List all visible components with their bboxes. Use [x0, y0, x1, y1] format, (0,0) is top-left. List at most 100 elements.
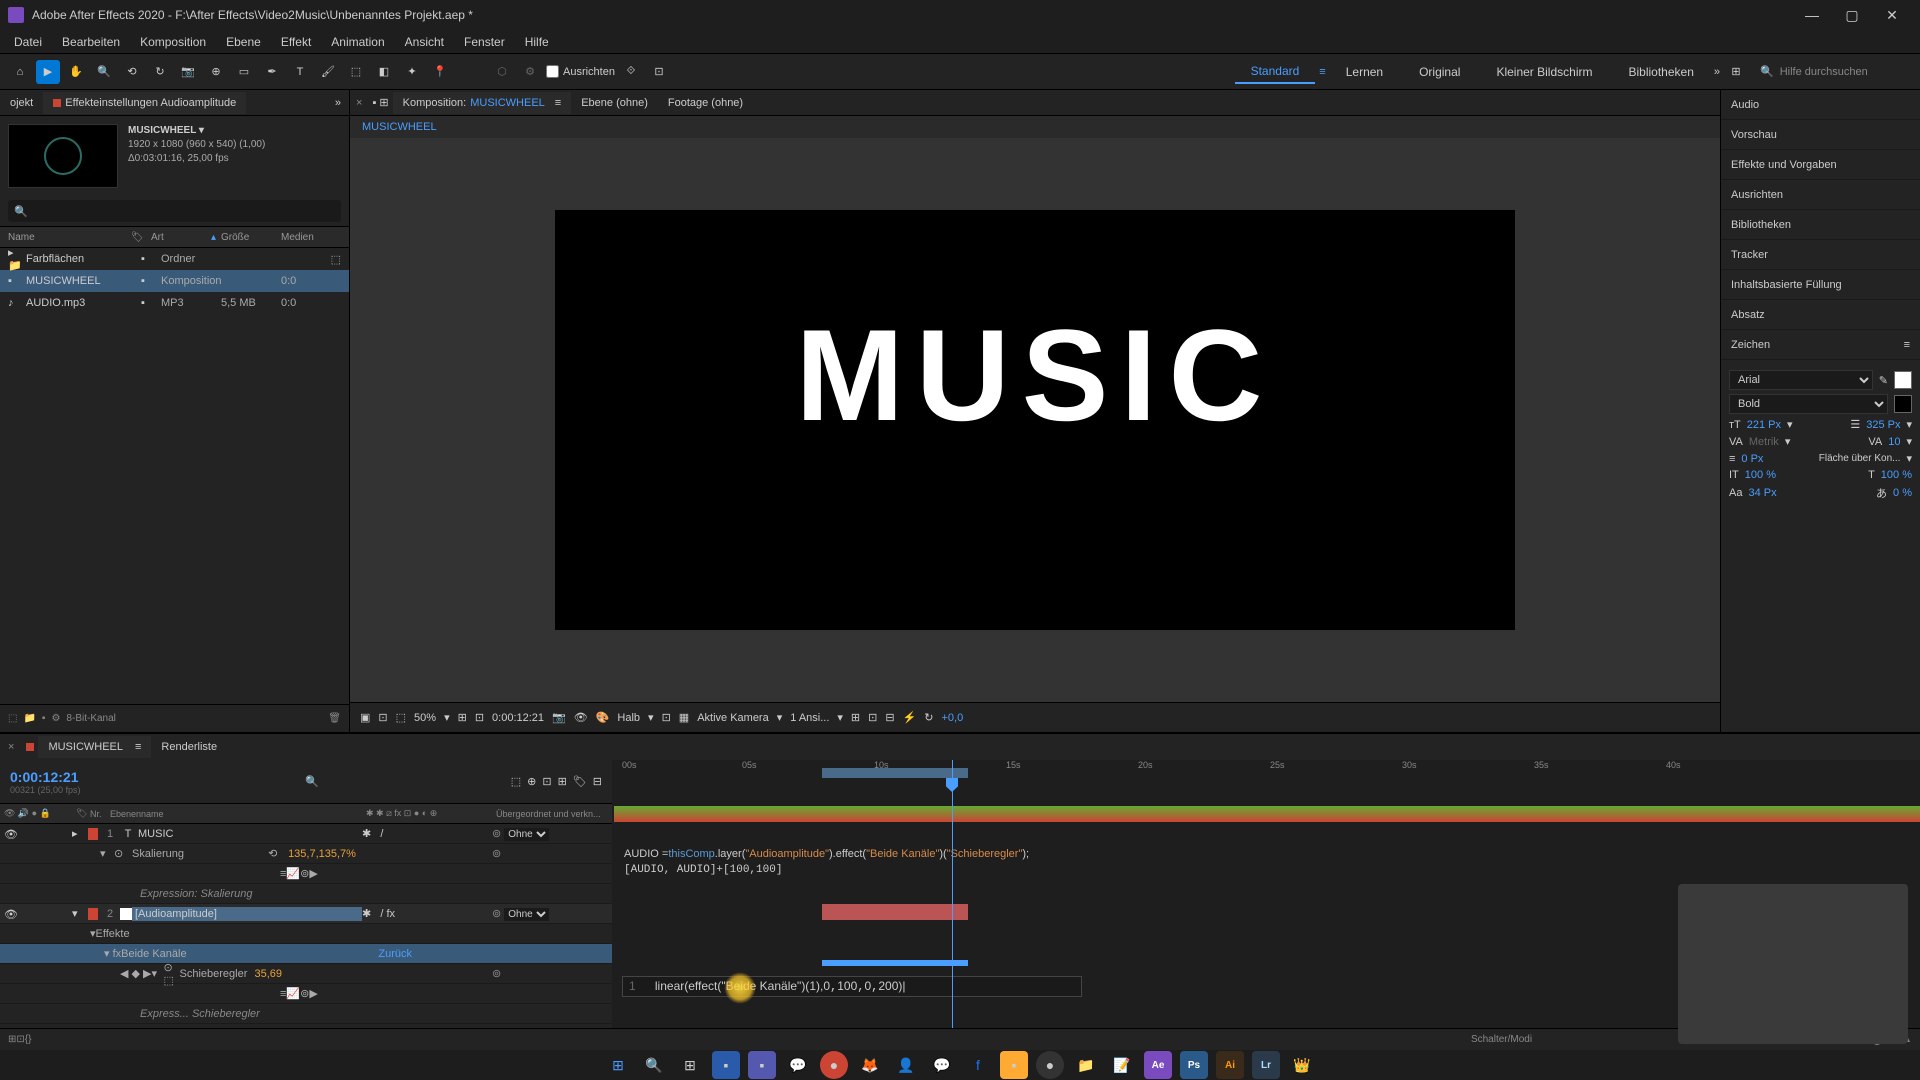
expr-lang-icon[interactable]: ▶	[309, 867, 317, 880]
schalter-modi-label[interactable]: Schalter/Modi	[1471, 1034, 1532, 1045]
taskbar-illustrator-icon[interactable]: Ai	[1216, 1051, 1244, 1079]
eraser-tool-icon[interactable]: ◧	[372, 60, 396, 84]
font-family-dropdown[interactable]: Arial	[1729, 370, 1873, 390]
sculpt-icon[interactable]: ⚙	[518, 60, 542, 84]
panel-tracker[interactable]: Tracker	[1721, 240, 1920, 270]
project-item-farbflaechen[interactable]: ▸ 📁 Farbflächen ▪ Ordner ⬚	[0, 248, 349, 270]
col-art[interactable]: Art	[151, 232, 211, 243]
taskbar-app4-icon[interactable]: 👑	[1288, 1051, 1316, 1079]
tab-renderliste[interactable]: Renderliste	[151, 736, 227, 758]
roto-tool-icon[interactable]: ✦	[400, 60, 424, 84]
tab-footage[interactable]: Footage (ohne)	[658, 92, 753, 114]
pen-tool-icon[interactable]: ✒	[260, 60, 284, 84]
views-dropdown[interactable]: 1 Ansi...	[790, 712, 829, 724]
expr-graph-icon[interactable]: 📈	[286, 867, 300, 880]
camera-tool-icon[interactable]: 📷	[176, 60, 200, 84]
minimize-button[interactable]: —	[1792, 0, 1832, 30]
scale-value[interactable]: 135,7,135,7%	[288, 848, 356, 860]
layer-effekte[interactable]: ▾ Effekte	[0, 924, 612, 944]
roi-icon[interactable]: ⊡	[662, 711, 671, 724]
playhead-line[interactable]	[952, 804, 953, 1028]
composition-thumbnail[interactable]	[8, 124, 118, 188]
zoom-tool-icon[interactable]: 🔍	[92, 60, 116, 84]
layer-audioamplitude[interactable]: 👁 ▾ 2 [Audioamplitude] ✱ / fx ⊚ Ohne	[0, 904, 612, 924]
interpret-icon[interactable]: ⬚	[8, 713, 17, 724]
expr-graph-icon-2[interactable]: 📈	[286, 987, 300, 1000]
puppet-tool-icon[interactable]: 📍	[428, 60, 452, 84]
zoom-chevron-icon[interactable]: ▾	[444, 711, 450, 724]
taskbar-firefox-icon[interactable]: 🦊	[856, 1051, 884, 1079]
settings-icon[interactable]: ⚙	[51, 713, 60, 724]
workspace-lernen[interactable]: Lernen	[1330, 61, 1399, 83]
baseline-value[interactable]: 34 Px	[1748, 487, 1776, 499]
taskbar-aftereffects-icon[interactable]: Ae	[1144, 1051, 1172, 1079]
tl-btn6-icon[interactable]: ⊟	[593, 775, 602, 788]
snap2-icon[interactable]: ⊡	[647, 60, 671, 84]
expr-lang-icon-2[interactable]: ▶	[309, 987, 317, 1000]
layer-schieberegler[interactable]: ◀ ◆ ▶ ▾ ⊙ ⬚ Schieberegler 35,69 ⊚	[0, 964, 612, 984]
tracking-value[interactable]: 10	[1888, 436, 1900, 448]
panel-ausrichten[interactable]: Ausrichten	[1721, 180, 1920, 210]
panel-menu-icon[interactable]: ≡	[1904, 339, 1910, 351]
col-name[interactable]: Name	[8, 232, 131, 243]
fast-preview-icon[interactable]: ⚡	[903, 711, 917, 724]
exposure-value[interactable]: +0,0	[942, 712, 964, 724]
timeline-search-icon[interactable]: 🔍	[305, 775, 319, 788]
rotate-tool-icon[interactable]: ↻	[148, 60, 172, 84]
toggle-brackets-icon[interactable]: {}	[25, 1034, 32, 1045]
show-snapshot-icon[interactable]: 👁	[574, 711, 588, 724]
taskbar-app1-icon[interactable]: ●	[820, 1051, 848, 1079]
home-icon[interactable]: ⌂	[8, 60, 32, 84]
menu-bearbeiten[interactable]: Bearbeiten	[52, 32, 130, 52]
taskbar-app3-icon[interactable]: ▪	[1000, 1051, 1028, 1079]
taskbar-obs-icon[interactable]: ●	[1036, 1051, 1064, 1079]
project-item-musicwheel[interactable]: ▪ MUSICWHEEL ▪ Komposition 0:0	[0, 270, 349, 292]
comp-name-label[interactable]: MUSICWHEEL ▾	[128, 124, 265, 138]
tl-btn5-icon[interactable]: 🏷	[573, 775, 587, 788]
menu-datei[interactable]: Datei	[4, 32, 52, 52]
tab-komposition[interactable]: Komposition: MUSICWHEEL ≡	[393, 92, 572, 114]
tab-effekteinstellungen[interactable]: Effekteinstellungen Audioamplitude	[43, 92, 246, 114]
col-medien[interactable]: Medien	[281, 232, 341, 243]
menu-komposition[interactable]: Komposition	[130, 32, 216, 52]
alpha-icon[interactable]: ▣	[360, 711, 370, 724]
track-bar-music[interactable]	[614, 806, 1920, 822]
hscale-value[interactable]: 100 %	[1881, 469, 1912, 481]
menu-fenster[interactable]: Fenster	[454, 32, 515, 52]
zoom-dropdown[interactable]: 50%	[414, 712, 436, 724]
panel-effekte[interactable]: Effekte und Vorgaben	[1721, 150, 1920, 180]
hand-tool-icon[interactable]: ✋	[64, 60, 88, 84]
timecode-display[interactable]: 0:00:12:21	[492, 712, 544, 724]
tl-btn4-icon[interactable]: ⊞	[558, 775, 567, 788]
tl-btn3-icon[interactable]: ⊡	[542, 775, 551, 788]
taskbar-messenger-icon[interactable]: 💬	[928, 1051, 956, 1079]
selection-tool-icon[interactable]: ▶	[36, 60, 60, 84]
color-icon[interactable]: 🎨	[596, 711, 610, 724]
tl-btn1-icon[interactable]: ⬚	[511, 775, 521, 788]
refresh-icon[interactable]: ↻	[924, 711, 933, 724]
clone-tool-icon[interactable]: ⬚	[344, 60, 368, 84]
taskbar-explorer-icon[interactable]: 📁	[1072, 1051, 1100, 1079]
workspace-standard[interactable]: Standard	[1235, 60, 1316, 84]
col-groesse[interactable]: Größe	[221, 232, 281, 243]
taskbar-facebook-icon[interactable]: f	[964, 1051, 992, 1079]
trash-icon[interactable]: 🗑	[328, 713, 341, 724]
taskbar-photoshop-icon[interactable]: Ps	[1180, 1051, 1208, 1079]
view3-icon[interactable]: ⊟	[885, 711, 894, 724]
view2-icon[interactable]: ⊡	[868, 711, 877, 724]
workspace-overflow-icon[interactable]: »	[1714, 66, 1720, 78]
track-bar-audioamp[interactable]	[822, 904, 968, 920]
ausrichten-checkbox[interactable]	[546, 65, 559, 78]
resolution-dropdown[interactable]: Halb	[617, 712, 640, 724]
font-weight-dropdown[interactable]: Bold	[1729, 394, 1888, 414]
taskbar-notepad-icon[interactable]: 📝	[1108, 1051, 1136, 1079]
layer-music[interactable]: 👁 ▸ 1 T MUSIC ✱ / ⊚ Ohne	[0, 824, 612, 844]
toggle-switches-icon[interactable]: ⊞	[8, 1034, 16, 1045]
stroke-color-swatch[interactable]	[1894, 395, 1912, 413]
res-chevron-icon[interactable]: ▾	[648, 711, 654, 724]
kerning-value[interactable]: Metrik	[1749, 436, 1779, 448]
comp-breadcrumb[interactable]: MUSICWHEEL	[350, 116, 1720, 138]
slider-value[interactable]: 35,69	[254, 968, 282, 980]
newfolder-icon[interactable]: 📁	[23, 713, 35, 724]
menu-animation[interactable]: Animation	[321, 32, 394, 52]
